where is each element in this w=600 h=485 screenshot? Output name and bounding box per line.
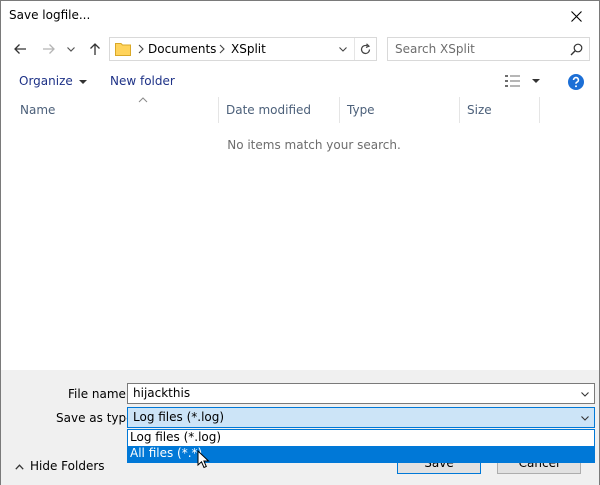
- breadcrumb-documents[interactable]: Documents: [148, 42, 216, 56]
- chevron-down-icon: [339, 47, 347, 52]
- search-icon: [570, 43, 583, 56]
- arrow-left-icon: [14, 44, 26, 54]
- column-header-type[interactable]: Type: [340, 97, 460, 123]
- empty-message: No items match your search.: [227, 138, 401, 152]
- chevron-down-icon: [67, 47, 75, 52]
- arrow-up-icon: [90, 43, 100, 55]
- file-name-label: File name:: [68, 387, 130, 401]
- organize-label: Organize: [19, 74, 73, 88]
- save-type-value: Log files (*.log): [133, 410, 225, 424]
- save-type-select[interactable]: Log files (*.log): [127, 407, 595, 428]
- file-name-dropdown-button[interactable]: [578, 387, 592, 401]
- help-icon[interactable]: [568, 74, 584, 90]
- close-button[interactable]: [553, 1, 599, 31]
- address-bar[interactable]: Documents XSplit: [109, 37, 377, 61]
- organize-menu[interactable]: Organize: [19, 74, 87, 88]
- option-log-files[interactable]: Log files (*.log): [128, 430, 594, 446]
- file-list[interactable]: Name Date modified Type Size No items ma…: [1, 97, 599, 370]
- window-title: Save logfile...: [9, 8, 91, 22]
- chevron-down-icon: [581, 392, 589, 397]
- save-type-dropdown-button[interactable]: [578, 411, 592, 425]
- details-view-icon: [505, 75, 520, 87]
- hide-folders-label: Hide Folders: [30, 459, 105, 473]
- address-dropdown-button[interactable]: [332, 38, 354, 60]
- search-placeholder: Search XSplit: [395, 42, 475, 56]
- recent-locations-button[interactable]: [64, 39, 78, 59]
- column-header-size[interactable]: Size: [460, 97, 540, 123]
- breadcrumb-xsplit[interactable]: XSplit: [231, 42, 266, 56]
- hide-folders-button[interactable]: Hide Folders: [15, 459, 105, 473]
- chevron-right-icon: [219, 44, 225, 54]
- chevron-down-icon: [581, 416, 589, 421]
- caret-down-icon: [78, 79, 87, 84]
- chevron-up-icon: [15, 463, 24, 470]
- folder-icon: [115, 43, 131, 56]
- refresh-icon: [360, 42, 371, 54]
- column-header-name[interactable]: Name: [13, 97, 219, 123]
- close-icon: [570, 10, 582, 22]
- column-header-date-modified[interactable]: Date modified: [219, 97, 340, 123]
- file-name-value: hijackthis: [133, 386, 191, 400]
- sort-ascending-icon: [138, 97, 148, 103]
- back-button[interactable]: [10, 39, 30, 59]
- command-toolbar: Organize New folder: [1, 67, 599, 95]
- save-dialog: Save logfile... Documents XSplit Search …: [0, 0, 600, 485]
- up-button[interactable]: [85, 39, 105, 59]
- title-bar: Save logfile...: [1, 1, 599, 31]
- mouse-cursor-icon: [197, 450, 210, 469]
- navigation-bar: Documents XSplit Search XSplit: [1, 34, 599, 64]
- chevron-right-icon: [138, 44, 144, 54]
- forward-button[interactable]: [39, 39, 59, 59]
- arrow-right-icon: [43, 44, 55, 54]
- refresh-button[interactable]: [354, 38, 376, 60]
- search-box[interactable]: Search XSplit: [387, 37, 590, 61]
- caret-down-icon: [532, 79, 540, 83]
- file-name-input[interactable]: hijackthis: [127, 383, 595, 404]
- save-type-label: Save as type:: [56, 411, 138, 425]
- column-header-row: Name Date modified Type Size: [1, 97, 599, 123]
- change-view-button[interactable]: [504, 73, 540, 89]
- new-folder-button[interactable]: New folder: [110, 74, 175, 88]
